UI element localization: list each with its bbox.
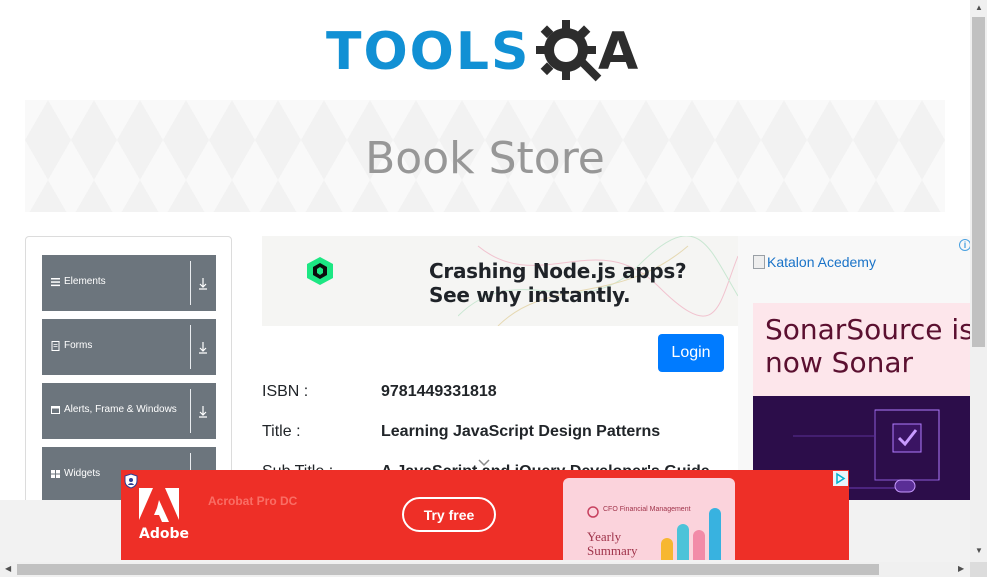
vertical-scroll-thumb[interactable] <box>972 17 985 347</box>
shield-icon <box>124 473 138 489</box>
download-arrow-icon <box>199 406 207 418</box>
divider <box>190 389 191 433</box>
page: TOOLS A Book Store Elements Forms Alerts… <box>0 0 987 577</box>
document-icon <box>51 341 60 351</box>
page-title: Book Store <box>365 132 605 184</box>
title-label: Title : <box>262 423 301 440</box>
newrelic-logo-icon <box>307 257 333 285</box>
sonar-headline-line: now Sonar <box>765 346 913 379</box>
sonar-ad-headline: SonarSource is now Sonar <box>765 313 974 379</box>
toolsqa-logo[interactable]: TOOLS A <box>326 16 656 92</box>
sidebar-group-alerts[interactable]: Alerts, Frame & Windows <box>42 383 216 439</box>
ad-banner-top[interactable]: Crashing Node.js apps? See why instantly… <box>262 236 738 326</box>
acrobat-product-text: Acrobat Pro DC <box>208 494 298 508</box>
logo-word: TOOLS <box>326 22 531 82</box>
sidebar-group-forms[interactable]: Forms <box>42 319 216 375</box>
title-value: Learning JavaScript Design Patterns <box>381 423 661 440</box>
ad-sidebar-right: i Katalon Acedemy SonarSource is now Son… <box>738 236 974 500</box>
divider <box>190 261 191 305</box>
divider <box>190 325 191 369</box>
card-title: Yearly Summary <box>587 530 638 558</box>
broken-image-icon <box>753 255 765 269</box>
sidebar-group-label: Widgets <box>64 468 101 479</box>
katalon-ad-link[interactable]: Katalon Acedemy <box>753 254 876 270</box>
sonar-ad[interactable]: SonarSource is now Sonar <box>753 303 974 396</box>
vertical-scrollbar[interactable]: ▲ ▼ <box>970 0 987 562</box>
sidebar-group-label: Alerts, Frame & Windows <box>64 404 177 415</box>
hamburger-icon <box>51 278 60 287</box>
horizontal-scrollbar[interactable]: ◀ ▶ <box>0 562 970 577</box>
page-banner: Book Store <box>25 100 945 212</box>
card-title-line: Summary <box>587 543 638 558</box>
adobe-brand-text: Adobe <box>139 526 189 542</box>
scrollbar-corner <box>970 562 987 577</box>
ad-headline: Crashing Node.js apps? See why instantly… <box>429 259 687 307</box>
try-free-button[interactable]: Try free <box>402 497 496 532</box>
window-icon <box>51 406 60 414</box>
isbn-label: ISBN : <box>262 383 309 400</box>
ad-headline-line: See why instantly. <box>429 283 631 307</box>
isbn-value: 9781449331818 <box>381 383 497 400</box>
cfo-logo-icon <box>587 506 599 518</box>
sidebar-group-elements[interactable]: Elements <box>42 255 216 311</box>
gear-magnifier-icon <box>536 20 602 82</box>
card-title-line: Yearly <box>587 529 622 544</box>
scroll-right-icon[interactable]: ▶ <box>958 565 964 573</box>
bar-chart-graphic <box>661 508 721 560</box>
login-button[interactable]: Login <box>658 334 724 372</box>
scroll-down-icon[interactable]: ▼ <box>975 547 983 555</box>
adobe-logo-icon <box>139 488 179 522</box>
grid-icon <box>51 470 60 478</box>
download-arrow-icon <box>199 278 207 290</box>
katalon-ad-text: Katalon Acedemy <box>767 254 876 270</box>
ad-banner-bottom[interactable]: Adobe Acrobat Pro DC Try free CFO Financ… <box>121 470 849 560</box>
sidebar-group-label: Elements <box>64 276 106 287</box>
horizontal-scroll-thumb[interactable] <box>17 564 879 575</box>
ad-report-card: CFO Financial Management Yearly Summary <box>563 478 735 560</box>
scroll-up-icon[interactable]: ▲ <box>975 4 983 12</box>
scroll-left-icon[interactable]: ◀ <box>5 565 11 573</box>
ad-headline-line: Crashing Node.js apps? <box>429 259 687 283</box>
ad-choices-icon[interactable] <box>833 471 848 486</box>
chevron-down-icon[interactable] <box>477 456 491 470</box>
logo-letter: A <box>598 22 639 82</box>
sidebar-group-label: Forms <box>64 340 93 351</box>
sonar-headline-line: SonarSource is <box>765 313 974 346</box>
download-arrow-icon <box>199 342 207 354</box>
